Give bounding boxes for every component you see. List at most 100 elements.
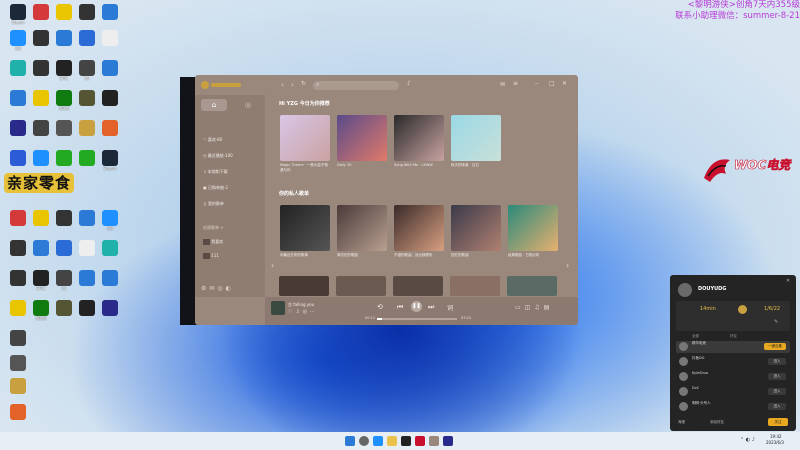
desktop-icon[interactable] (75, 4, 99, 25)
loop-icon[interactable]: ⟲ (377, 303, 383, 311)
desktop-icon[interactable] (6, 355, 30, 376)
desktop-icon[interactable] (29, 4, 53, 25)
desktop-icon[interactable] (75, 210, 99, 231)
desktop-icon[interactable] (6, 404, 30, 425)
explorer-icon[interactable] (387, 436, 397, 446)
next-icon[interactable]: ⏭ (428, 303, 434, 312)
desktop-icon[interactable] (6, 300, 30, 321)
daily-card[interactable]: Daily 30 (337, 115, 387, 172)
desktop-icon[interactable]: EPIC (52, 60, 76, 81)
sidebar-item-local[interactable]: ⇩ 本地和下载 (203, 169, 228, 175)
daily-card[interactable]: Song With Me · LXWW (394, 115, 444, 172)
sidebar-item-recent[interactable]: ◷ 最近播放·100 (203, 153, 233, 159)
desktop-icon[interactable] (52, 240, 76, 261)
friend-row[interactable]: 精华电竞 一键合集 (676, 341, 790, 353)
daily-card[interactable]: 秋天的味道 · 往日 (451, 115, 501, 172)
game-friend-panel[interactable]: DOUYUDG ✕ 14min 1/6/22 ✎ 全部 好友 海报 添加好友 关… (670, 275, 796, 431)
lyrics-icon[interactable]: 词 (447, 303, 453, 312)
private-card[interactable]: 不错的歌曲，适合随便听 (394, 205, 444, 262)
friend-row[interactable]: KyleShuo 进入 (676, 371, 790, 383)
desktop-icon[interactable] (29, 60, 53, 81)
mic-icon[interactable]: ♪ (407, 80, 411, 87)
user-avatar[interactable] (201, 81, 209, 89)
desktop-icon[interactable] (6, 270, 30, 291)
private-card[interactable]: 经典歌曲 · 日常必听 (508, 205, 558, 262)
close-icon[interactable]: ✕ (562, 80, 567, 87)
sidebar-playlist-liked[interactable]: 我喜欢 (203, 239, 223, 245)
maximize-icon[interactable]: □ (549, 80, 555, 87)
refresh-icon[interactable]: ↻ (301, 80, 306, 87)
desktop-icon[interactable] (6, 60, 30, 81)
now-playing-cover[interactable] (271, 301, 285, 315)
desktop-icon[interactable] (29, 30, 53, 51)
private-card[interactable]: 回忆的歌曲 (451, 205, 501, 262)
desktop-icon[interactable] (98, 120, 122, 141)
footer-follow-button[interactable]: 关注 (768, 418, 788, 426)
desktop-icon[interactable] (98, 60, 122, 81)
scroll-left-icon[interactable]: ‹ (271, 261, 274, 270)
desktop-icon[interactable] (6, 210, 30, 231)
panel-close-icon[interactable]: ✕ (786, 278, 790, 284)
desktop-icon[interactable] (29, 120, 53, 141)
sidebar-item-liked[interactable]: ♡ 喜欢·80 (203, 137, 222, 143)
desktop-icon[interactable] (52, 210, 76, 231)
desktop-icon[interactable] (75, 240, 99, 261)
friend-action-button[interactable]: 一键合集 (764, 343, 786, 350)
app-icon-2[interactable] (415, 436, 425, 446)
minimize-icon[interactable]: – (535, 80, 538, 87)
desktop-icon[interactable] (29, 90, 53, 111)
desktop-icon[interactable] (98, 300, 122, 321)
back-icon[interactable]: ‹ (281, 81, 284, 89)
friend-row[interactable]: DvC 进入 (676, 386, 790, 398)
desktop-icon[interactable] (6, 120, 30, 141)
sidebar-item-purchased[interactable]: ▣ 已购单曲·2 (203, 185, 228, 191)
desktop-icon[interactable] (6, 378, 30, 399)
desktop-icon[interactable] (75, 120, 99, 141)
prev-icon[interactable]: ⏮ (397, 303, 403, 312)
desktop-icon[interactable]: Steam (98, 150, 122, 171)
mail-icon[interactable]: ✉ (500, 81, 505, 88)
desktop-icon[interactable] (6, 150, 30, 171)
desktop-icon[interactable] (75, 300, 99, 321)
desktop-icon[interactable] (29, 210, 53, 231)
desktop-icon[interactable] (75, 30, 99, 51)
play-pause-button[interactable]: ❚❚ (411, 301, 422, 312)
desktop-icon[interactable]: XBOX (52, 90, 76, 111)
music-app-window[interactable]: ‹ › ↻ ⌕ ♪ ✉ ≡ – □ ✕ ⌂ ◎ ♡ 喜欢·80 ◷ 最近播放·1… (195, 75, 578, 325)
desktop-icon[interactable] (75, 150, 99, 171)
edge-icon[interactable] (373, 436, 383, 446)
start-icon[interactable] (345, 436, 355, 446)
footer-add-friend-button[interactable]: 添加好友 (710, 420, 724, 425)
desktop-icon[interactable] (98, 270, 122, 291)
friend-row[interactable]: 抖鱼DG 进入 (676, 356, 790, 368)
desktop-icon[interactable] (52, 150, 76, 171)
private-card[interactable]: 你最近在听的歌单 (280, 205, 330, 262)
friend-row[interactable]: 明明·头号人 进入 (676, 401, 790, 413)
panel-avatar[interactable] (678, 283, 692, 297)
footer-poster-button[interactable]: 海报 (678, 420, 685, 425)
desktop-icon[interactable]: XBOX (29, 300, 53, 321)
sidebar-playlist-111[interactable]: 111 (203, 253, 219, 259)
desktop-icon[interactable]: kk (75, 60, 99, 81)
private-card[interactable]: 周杰伦的歌曲 (337, 205, 387, 262)
friend-action-button[interactable]: 进入 (768, 388, 786, 395)
desktop-icon[interactable]: QQ (6, 30, 30, 51)
desktop-icon[interactable]: QQ (98, 210, 122, 231)
desktop-icon[interactable] (98, 30, 122, 51)
daily-card[interactable]: Magic Theme · 一首小曲子相遇与你 (280, 115, 330, 172)
desktop-icon[interactable] (52, 4, 76, 25)
add-playlist-icon[interactable]: + (220, 225, 223, 230)
desktop-icon[interactable] (52, 120, 76, 141)
desktop-icon[interactable] (98, 240, 122, 261)
app-icon-1[interactable] (401, 436, 411, 446)
discover-tab[interactable]: ◎ (235, 99, 261, 111)
search-input[interactable]: ⌕ (313, 81, 399, 90)
desktop-icon[interactable] (6, 240, 30, 261)
desktop-icon[interactable] (6, 330, 30, 351)
friend-action-button[interactable]: 进入 (768, 403, 786, 410)
desktop-icon[interactable] (75, 90, 99, 111)
edit-icon[interactable]: ✎ (774, 319, 778, 325)
desktop-icon[interactable] (52, 30, 76, 51)
desktop-icon[interactable] (98, 4, 122, 25)
scroll-right-icon[interactable]: › (566, 261, 569, 270)
